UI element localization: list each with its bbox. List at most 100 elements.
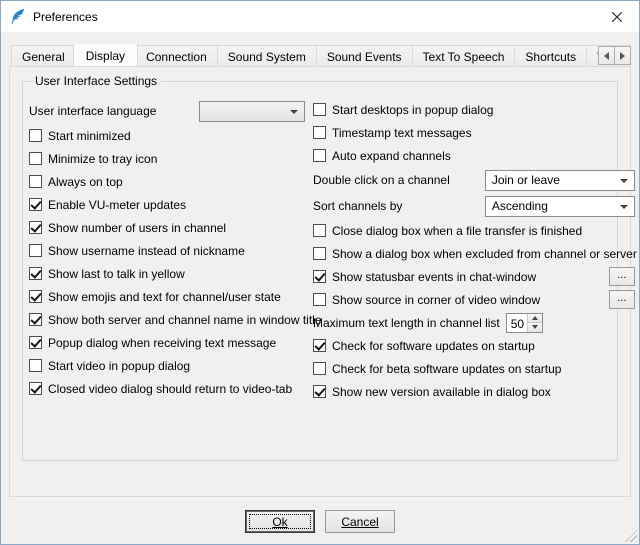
checkbox-label: Timestamp text messages <box>332 126 472 140</box>
checkbox-show-server-and-channel-in-title[interactable]: Show both server and channel name in win… <box>29 308 307 331</box>
checkbox-closed-video-return-video-tab[interactable]: Closed video dialog should return to vid… <box>29 377 307 400</box>
sort-channels-combo-value: Ascending <box>492 199 548 213</box>
checkbox-show-source-corner-video[interactable]: Show source in corner of video window ..… <box>313 288 637 311</box>
checkbox-close-dialog-file-transfer[interactable]: Close dialog box when a file transfer is… <box>313 219 637 242</box>
group-title: User Interface Settings <box>31 74 161 88</box>
checkbox-box <box>313 385 326 398</box>
checkbox-box <box>29 267 42 280</box>
checkbox-popup-dialog-text-message[interactable]: Popup dialog when receiving text message <box>29 331 307 354</box>
checkbox-label: Show both server and channel name in win… <box>48 313 322 327</box>
checkbox-label: Close dialog box when a file transfer is… <box>332 224 582 238</box>
checkbox-label: Show number of users in channel <box>48 221 226 235</box>
checkbox-box <box>313 270 326 283</box>
checkbox-start-minimized[interactable]: Start minimized <box>29 124 307 147</box>
tab-sound-system[interactable]: Sound System <box>217 45 317 66</box>
checkbox-show-last-to-talk-in-yellow[interactable]: Show last to talk in yellow <box>29 262 307 285</box>
checkbox-label: Show new version available in dialog box <box>332 385 551 399</box>
chevron-down-icon <box>620 179 628 183</box>
checkbox-label: Show username instead of nickname <box>48 244 245 258</box>
checkbox-label: Start desktops in popup dialog <box>332 103 493 117</box>
tab-shortcuts[interactable]: Shortcuts <box>514 45 587 66</box>
tab-general[interactable]: General <box>11 45 76 66</box>
checkbox-always-on-top[interactable]: Always on top <box>29 170 307 193</box>
chevron-down-icon <box>290 110 298 114</box>
double-click-combobox[interactable]: Join or leave <box>485 170 635 191</box>
checkbox-box <box>29 152 42 165</box>
tab-sound-events[interactable]: Sound Events <box>316 45 413 66</box>
checkbox-timestamp-text-messages[interactable]: Timestamp text messages <box>313 121 637 144</box>
arrow-left-icon <box>604 52 609 60</box>
max-text-length-row: Maximum text length in channel list 50 <box>313 311 637 334</box>
tab-connection[interactable]: Connection <box>135 45 218 66</box>
checkbox-show-new-version-dialog[interactable]: Show new version available in dialog box <box>313 380 637 403</box>
checkbox-box <box>313 293 326 306</box>
spin-buttons <box>527 314 542 332</box>
sort-channels-combobox[interactable]: Ascending <box>485 196 635 217</box>
max-text-length-label: Maximum text length in channel list <box>313 316 500 330</box>
checkbox-start-desktops-in-popup[interactable]: Start desktops in popup dialog <box>313 98 637 121</box>
feather-logo-icon <box>9 8 26 25</box>
statusbar-events-browse-button[interactable]: ... <box>609 267 635 286</box>
checkbox-check-beta-updates[interactable]: Check for beta software updates on start… <box>313 357 637 380</box>
checkbox-box <box>313 149 326 162</box>
spin-value: 50 <box>507 314 527 332</box>
checkbox-box <box>29 129 42 142</box>
checkbox-label: Check for software updates on startup <box>332 339 535 353</box>
spin-up-button[interactable] <box>528 314 542 323</box>
checkbox-label: Auto expand channels <box>332 149 451 163</box>
checkbox-box <box>29 221 42 234</box>
left-column: User interface language Start minimized … <box>29 98 307 403</box>
spin-down-button[interactable] <box>528 322 542 332</box>
group-user-interface-settings: User Interface Settings User interface l… <box>22 81 618 461</box>
language-label: User interface language <box>29 104 156 118</box>
checkbox-box <box>29 313 42 326</box>
checkbox-box <box>29 336 42 349</box>
checkbox-box <box>29 290 42 303</box>
titlebar[interactable]: Preferences <box>1 1 639 32</box>
tab-scroll-right-button[interactable] <box>614 46 631 65</box>
checkbox-show-username-instead-of-nickname[interactable]: Show username instead of nickname <box>29 239 307 262</box>
video-source-browse-button[interactable]: ... <box>609 290 635 309</box>
double-click-combo-value: Join or leave <box>492 173 560 187</box>
tab-display[interactable]: Display <box>73 44 138 66</box>
max-text-length-spinbox[interactable]: 50 <box>506 313 543 333</box>
checkbox-show-emojis-and-text[interactable]: Show emojis and text for channel/user st… <box>29 285 307 308</box>
settings-columns: User interface language Start minimized … <box>29 98 609 403</box>
checkbox-check-software-updates[interactable]: Check for software updates on startup <box>313 334 637 357</box>
checkbox-box <box>313 126 326 139</box>
sort-channels-label: Sort channels by <box>313 199 402 213</box>
checkbox-auto-expand-channels[interactable]: Auto expand channels <box>313 144 637 167</box>
checkbox-label: Always on top <box>48 175 123 189</box>
checkbox-start-video-in-popup[interactable]: Start video in popup dialog <box>29 354 307 377</box>
checkbox-enable-vu-meter-updates[interactable]: Enable VU-meter updates <box>29 193 307 216</box>
checkbox-label: Show statusbar events in chat-window <box>332 270 536 284</box>
tab-text-to-speech[interactable]: Text To Speech <box>412 45 516 66</box>
checkbox-minimize-to-tray-icon[interactable]: Minimize to tray icon <box>29 147 307 170</box>
app-icon <box>9 8 26 25</box>
checkbox-box <box>29 198 42 211</box>
checkbox-show-number-of-users-in-channel[interactable]: Show number of users in channel <box>29 216 307 239</box>
checkbox-box <box>313 247 326 260</box>
preferences-window: Preferences General Display Connection S… <box>0 0 640 545</box>
checkbox-box <box>313 339 326 352</box>
checkbox-label: Show last to talk in yellow <box>48 267 185 281</box>
cancel-button[interactable]: Cancel <box>325 510 395 533</box>
checkbox-label: Start minimized <box>48 129 131 143</box>
checkbox-label: Show emojis and text for channel/user st… <box>48 290 281 304</box>
dialog-buttons: Ok Cancel <box>1 497 639 544</box>
checkbox-label: Show source in corner of video window <box>332 293 540 307</box>
checkbox-box <box>313 103 326 116</box>
close-button[interactable] <box>594 1 639 32</box>
checkbox-box <box>29 175 42 188</box>
checkbox-label: Enable VU-meter updates <box>48 198 186 212</box>
tab-scroll-buttons <box>599 46 631 65</box>
ok-button[interactable]: Ok <box>245 510 315 533</box>
language-combobox[interactable] <box>199 101 305 122</box>
close-icon <box>612 12 622 22</box>
checkbox-label: Minimize to tray icon <box>48 152 157 166</box>
checkbox-dialog-when-excluded[interactable]: Show a dialog box when excluded from cha… <box>313 242 637 265</box>
tab-scroll-left-button[interactable] <box>598 46 615 65</box>
checkbox-show-statusbar-events[interactable]: Show statusbar events in chat-window ... <box>313 265 637 288</box>
tab-bar: General Display Connection Sound System … <box>9 44 631 66</box>
checkbox-label: Start video in popup dialog <box>48 359 190 373</box>
